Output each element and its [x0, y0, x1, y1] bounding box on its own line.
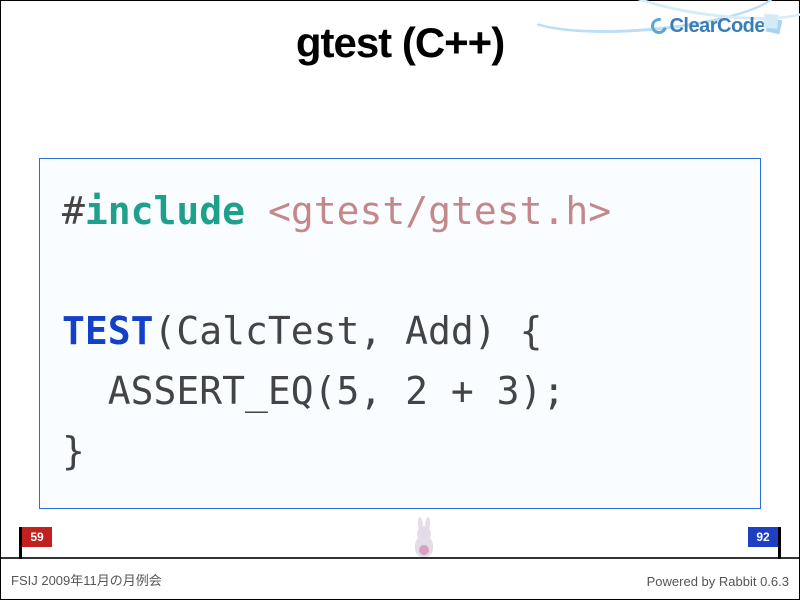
code-test-args: (CalcTest, Add) { [154, 309, 543, 353]
progress-track [1, 557, 799, 559]
progress-flag-current: 59 [19, 527, 55, 557]
code-block: #include <gtest/gtest.h> TEST(CalcTest, … [39, 158, 761, 509]
footer-event: FSIJ 2009年11月の月例会 [11, 570, 162, 589]
code-header-path: <gtest/gtest.h> [268, 189, 611, 233]
slide-title: gtest (C++) [1, 19, 799, 67]
rabbit-icon [409, 519, 439, 557]
footer-credit: Powered by Rabbit 0.6.3 [647, 574, 789, 589]
code-space [245, 189, 268, 233]
code-hash: # [62, 189, 85, 233]
code-assert-line: ASSERT_EQ(5, 2 + 3); [62, 369, 565, 413]
progress-flag-total: 92 [745, 527, 781, 557]
code-include-keyword: include [85, 189, 245, 233]
rabbit-belly-icon [419, 545, 429, 555]
code-test-macro: TEST [62, 309, 154, 353]
current-slide-number: 59 [22, 527, 52, 547]
slide: ClearCode gtest (C++) #include <gtest/gt… [0, 0, 800, 600]
flag-pole-icon [778, 527, 781, 559]
code-close-brace: } [62, 429, 85, 473]
total-slide-number: 92 [748, 527, 778, 547]
